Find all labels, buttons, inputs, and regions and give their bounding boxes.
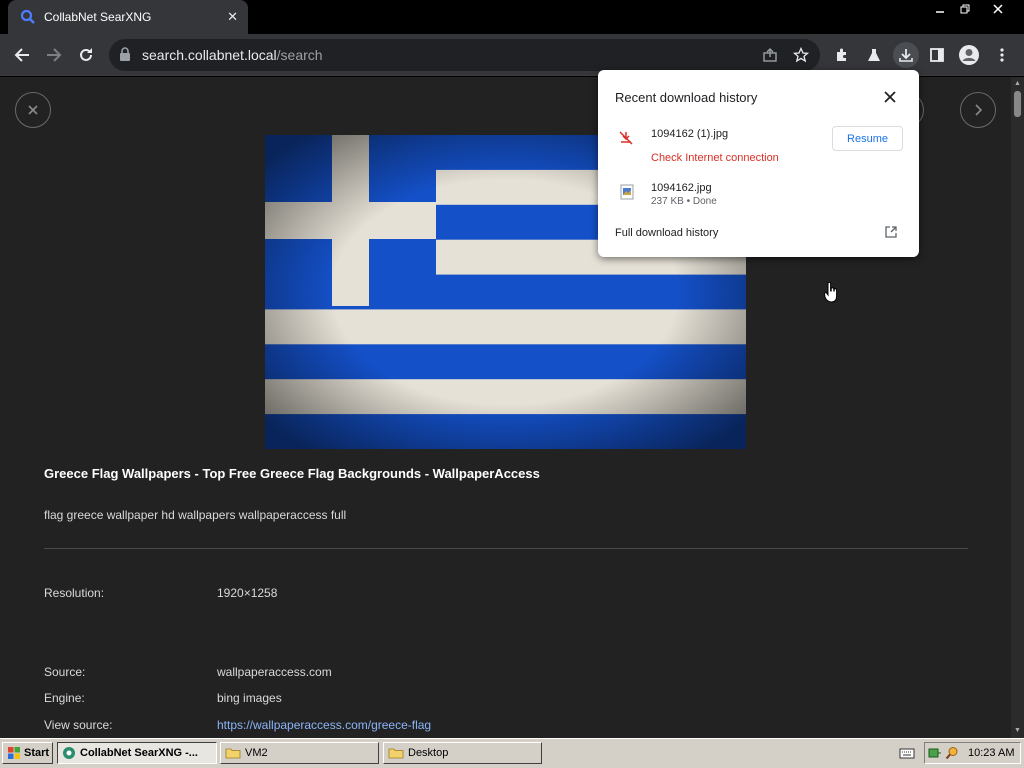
next-image-button[interactable]	[960, 92, 996, 128]
tab-close-icon[interactable]: ✕	[227, 9, 238, 25]
download-error-status: Check Internet connection	[651, 152, 779, 164]
scroll-down-icon[interactable]: ▼	[1014, 727, 1021, 735]
download-item-name[interactable]: 1094162.jpg	[651, 182, 712, 194]
labs-flask-icon[interactable]	[862, 43, 886, 67]
menu-kebab-icon[interactable]	[990, 43, 1014, 67]
bookmark-star-icon[interactable]	[791, 45, 811, 65]
taskbar-item-browser[interactable]: CollabNet SearXNG -...	[57, 742, 217, 764]
side-panel-icon[interactable]	[925, 43, 949, 67]
restore-button[interactable]	[953, 0, 977, 18]
divider	[44, 548, 968, 549]
search-favicon-icon	[20, 9, 36, 25]
taskbar-item-label: VM2	[245, 747, 268, 759]
browser-tab[interactable]: CollabNet SearXNG ✕	[8, 0, 248, 34]
close-icon	[28, 105, 38, 115]
scrollbar-thumb[interactable]	[1014, 91, 1021, 117]
forward-button[interactable]	[42, 43, 66, 67]
engine-value: bing images	[217, 691, 282, 705]
downloads-icon[interactable]	[893, 42, 919, 68]
close-window-button[interactable]	[986, 0, 1010, 18]
full-download-history-link[interactable]: Full download history	[615, 227, 718, 239]
page-scrollbar[interactable]: ▲ ▼	[1011, 77, 1024, 738]
download-item-name[interactable]: 1094162 (1).jpg	[651, 128, 728, 140]
view-source-link[interactable]: https://wallpaperaccess.com/greece-flag	[217, 718, 431, 732]
view-source-label: View source:	[44, 718, 113, 732]
taskbar: Start CollabNet SearXNG -... VM2 Desktop	[0, 738, 1024, 768]
back-button[interactable]	[10, 43, 34, 67]
result-title[interactable]: Greece Flag Wallpapers - Top Free Greece…	[44, 466, 540, 481]
resolution-label: Resolution:	[44, 586, 105, 600]
title-bar: CollabNet SearXNG ✕	[0, 0, 1024, 34]
source-label: Source:	[44, 665, 86, 679]
windows-logo-icon	[8, 747, 20, 759]
url-text[interactable]: search.collabnet.local/search	[142, 47, 323, 63]
chevron-right-icon	[975, 104, 983, 116]
taskbar-item-desktop[interactable]: Desktop	[383, 742, 542, 764]
result-description: flag greece wallpaper hd wallpapers wall…	[44, 508, 347, 522]
reload-button[interactable]	[74, 43, 98, 67]
address-bar[interactable]: search.collabnet.local/search	[109, 39, 820, 71]
download-item-status: 237 KB • Done	[651, 196, 717, 207]
share-icon[interactable]	[760, 45, 780, 65]
close-detail-button[interactable]	[15, 92, 51, 128]
source-value: wallpaperaccess.com	[217, 665, 332, 679]
engine-label: Engine:	[44, 691, 85, 705]
close-icon[interactable]	[882, 89, 898, 105]
open-external-icon[interactable]	[884, 225, 898, 239]
search-tray-icon[interactable]	[945, 746, 959, 760]
browser-app-icon	[63, 747, 75, 759]
minimize-button[interactable]	[928, 0, 952, 18]
taskbar-item-label: CollabNet SearXNG -...	[80, 747, 198, 759]
resolution-value: 1920×1258	[217, 586, 278, 600]
start-label: Start	[24, 747, 50, 759]
resume-button[interactable]: Resume	[832, 126, 903, 151]
download-history-popup: Recent download history 1094162 (1).jpg …	[598, 70, 919, 257]
lock-icon[interactable]	[119, 47, 131, 64]
download-popup-title: Recent download history	[615, 90, 758, 105]
profile-avatar-icon[interactable]	[957, 43, 981, 67]
hand-cursor-icon	[824, 282, 838, 303]
taskbar-item-vm2[interactable]: VM2	[220, 742, 379, 764]
download-failed-icon	[619, 131, 633, 145]
image-file-icon	[620, 184, 634, 200]
taskbar-clock: 10:23 AM	[968, 747, 1015, 759]
tab-title: CollabNet SearXNG	[44, 10, 152, 24]
scroll-up-icon[interactable]: ▲	[1014, 80, 1021, 88]
start-button[interactable]: Start	[2, 742, 53, 764]
folder-icon	[388, 748, 404, 759]
folder-icon	[225, 748, 241, 759]
taskbar-item-label: Desktop	[408, 747, 449, 759]
network-tray-icon[interactable]	[928, 746, 942, 760]
keyboard-icon[interactable]	[899, 747, 915, 759]
extensions-puzzle-icon[interactable]	[830, 43, 854, 67]
